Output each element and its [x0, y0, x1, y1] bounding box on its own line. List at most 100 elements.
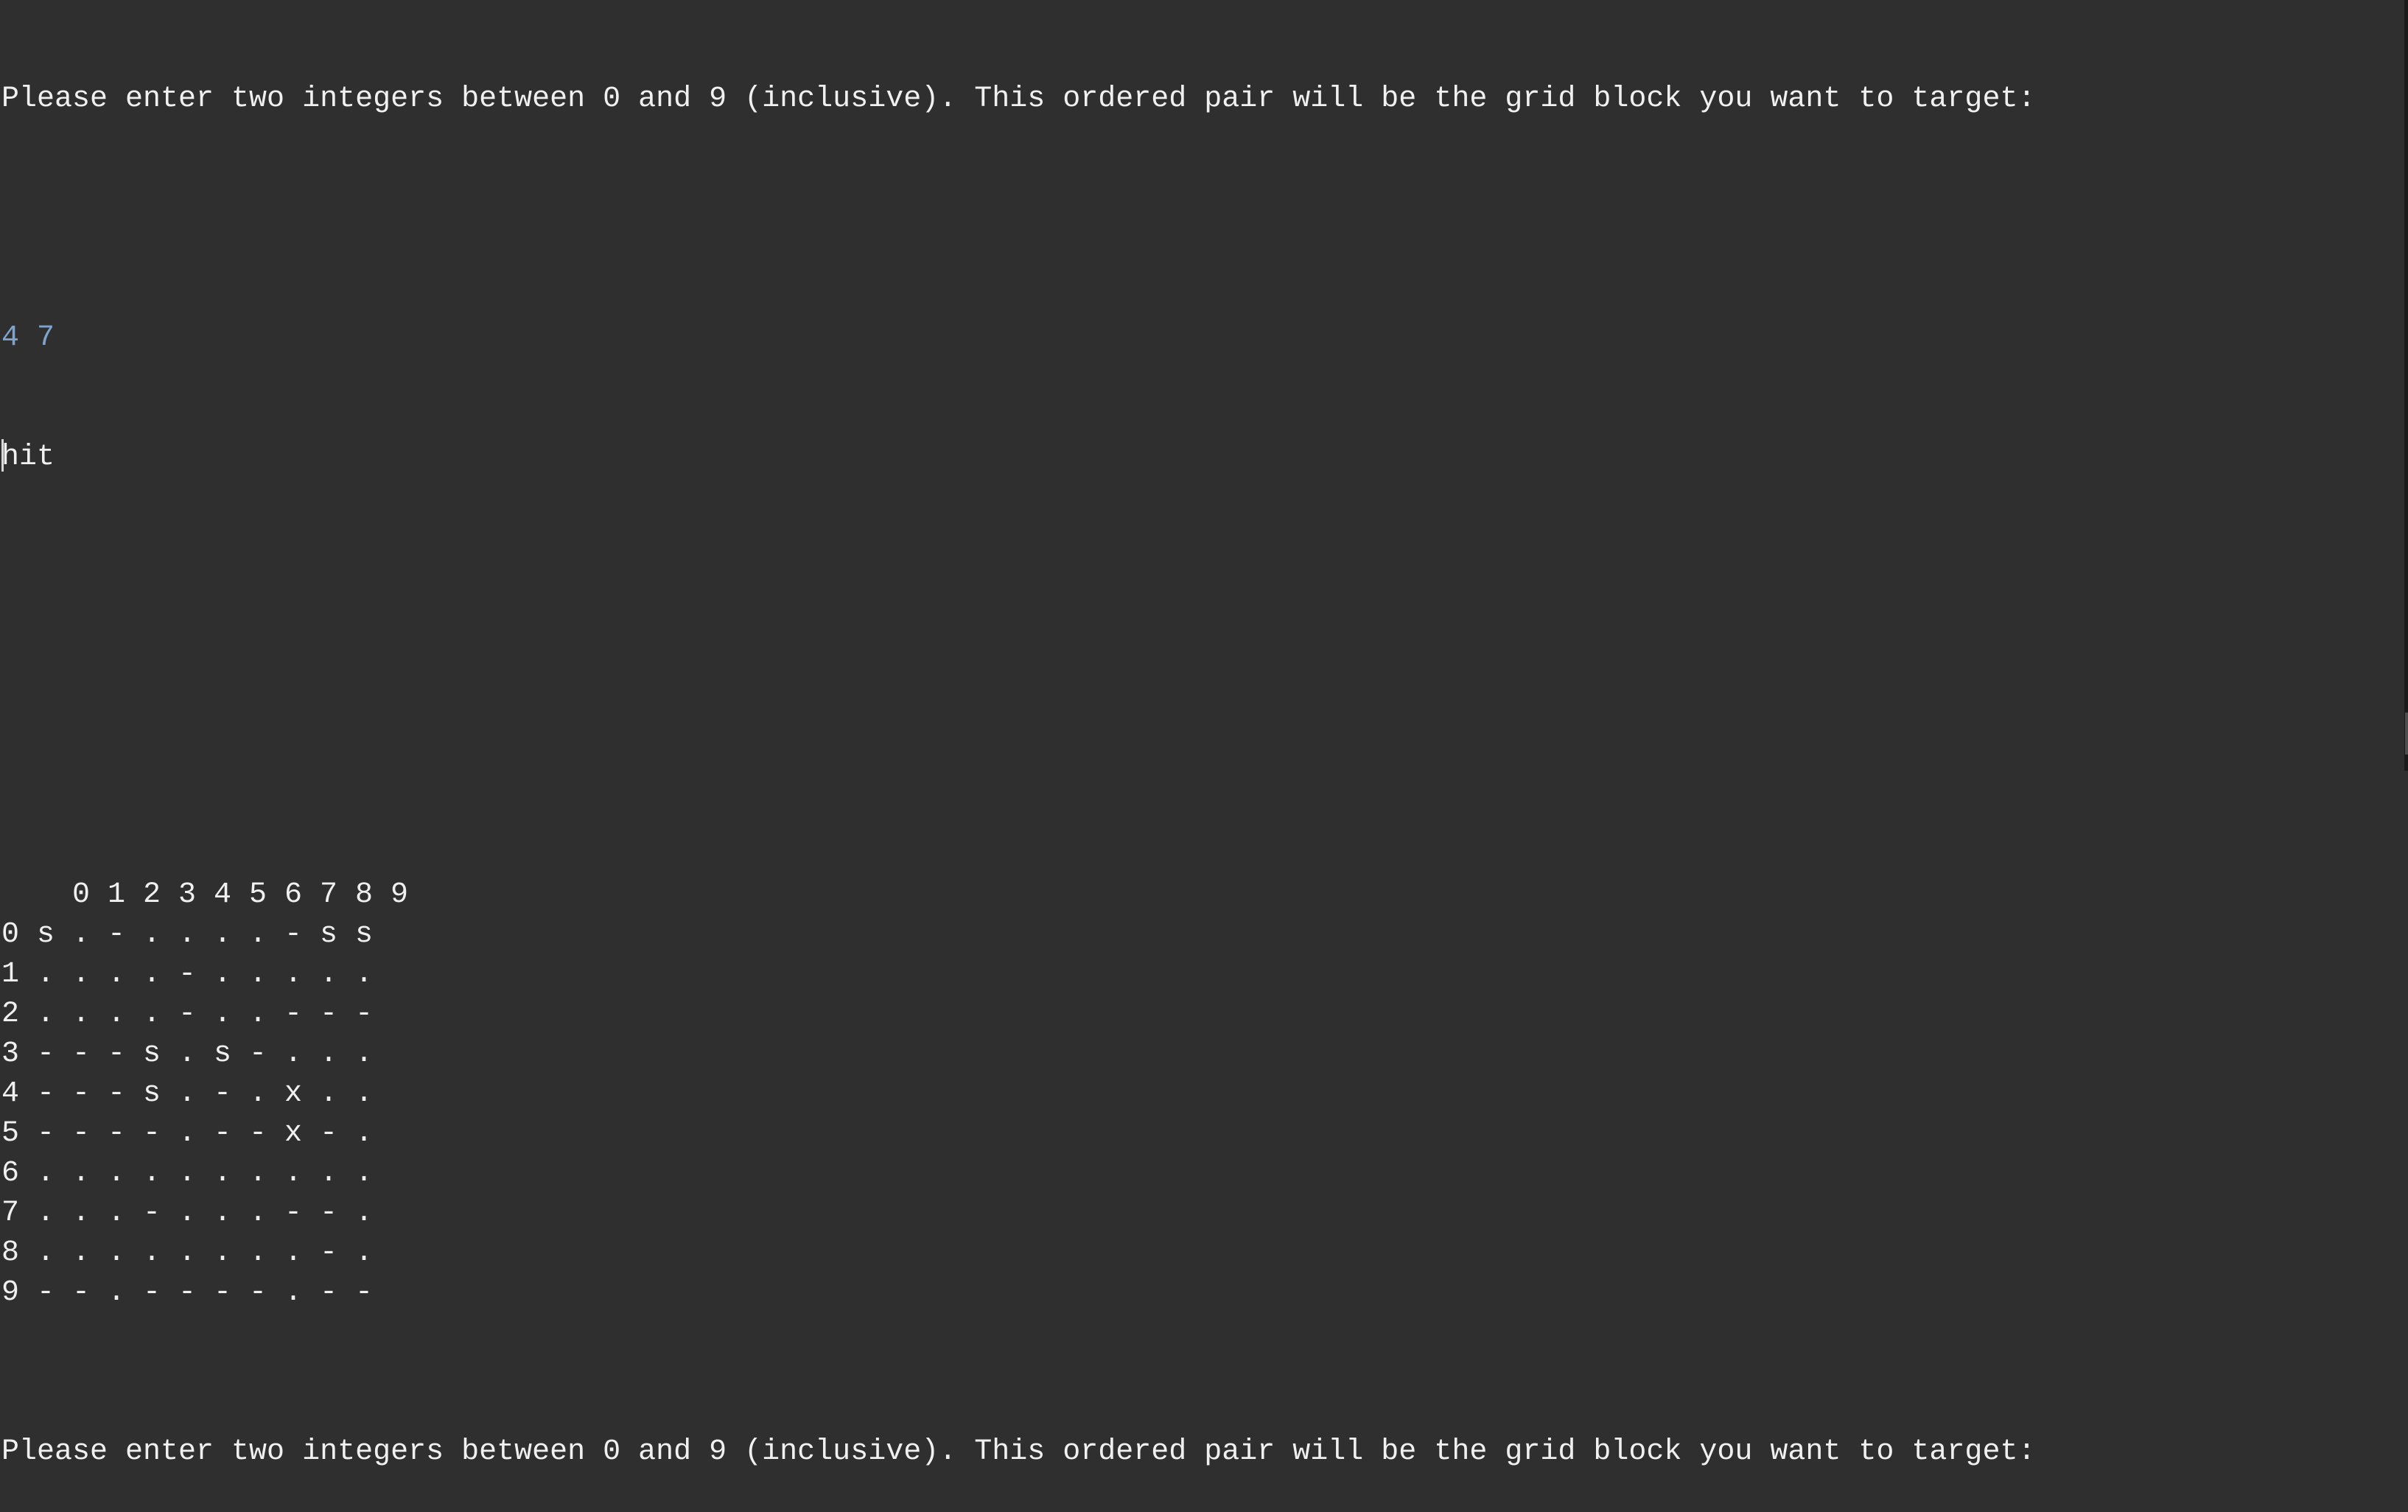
board-cell-unknown: . — [320, 1077, 338, 1110]
column-header: 0 — [72, 878, 91, 911]
board-row: 8........-. — [1, 1233, 2400, 1273]
board-cell-miss: - — [249, 1276, 267, 1309]
board-cell-unknown: . — [249, 998, 267, 1031]
board-cell-miss: - — [284, 1197, 303, 1230]
board-cell-ship: s — [143, 1077, 161, 1110]
board-cell-unknown: . — [355, 1197, 374, 1230]
board-cell-unknown: . — [143, 918, 161, 951]
scrollbar-thumb[interactable] — [2405, 713, 2408, 755]
board-cell-unknown: . — [214, 1236, 232, 1270]
board-cell-unknown: . — [178, 1157, 197, 1190]
board-cell-unknown: . — [72, 918, 91, 951]
row-label: 1 — [1, 958, 20, 991]
board-cell-unknown: . — [143, 998, 161, 1031]
board-cell-miss: - — [37, 1276, 55, 1309]
user-input-echo: 4 7 — [1, 321, 55, 354]
column-header-row: 0123456789 — [1, 796, 2400, 911]
board-cell-unknown: . — [355, 1117, 374, 1150]
column-header: 5 — [249, 878, 267, 911]
vertical-scrollbar[interactable] — [2404, 0, 2408, 771]
board-cell-unknown: . — [249, 958, 267, 991]
row-label: 0 — [1, 918, 20, 951]
board-cell-unknown: . — [355, 1037, 374, 1071]
row-label: 3 — [1, 1037, 20, 1071]
board-cell-ship: s — [37, 918, 55, 951]
board-cell-unknown: . — [214, 918, 232, 951]
board-cell-unknown: . — [108, 958, 126, 991]
board-cell-unknown: . — [214, 958, 232, 991]
board-cell-miss: - — [143, 1197, 161, 1230]
column-header: 6 — [284, 878, 303, 911]
board-row: 4---s.-.x.. — [1, 1074, 2400, 1114]
board-row: 9--.----.-- — [1, 1273, 2400, 1313]
board-cell-unknown: . — [355, 1236, 374, 1270]
row-label: 8 — [1, 1236, 20, 1270]
board-cell-ship: s — [355, 918, 374, 951]
board-cell-unknown: . — [143, 1236, 161, 1270]
board-cell-ship: s — [320, 918, 338, 951]
board-row: 5----.--x-. — [1, 1114, 2400, 1154]
board-cell-miss: - — [143, 1276, 161, 1309]
column-header: 4 — [214, 878, 232, 911]
board-cell-unknown: . — [249, 1236, 267, 1270]
column-header: 8 — [355, 878, 374, 911]
board-cell-unknown: . — [249, 918, 267, 951]
board-row: 1....-..... — [1, 955, 2400, 995]
board-cell-miss: - — [37, 1037, 55, 1071]
board-cell-miss: - — [320, 1197, 338, 1230]
column-header: 7 — [320, 878, 338, 911]
result-line: hit — [1, 438, 2400, 477]
board-cell-miss: - — [249, 1037, 267, 1071]
board-cell-miss: - — [320, 1236, 338, 1270]
board-cell-miss: - — [178, 958, 197, 991]
board-cell-hit: x — [284, 1077, 303, 1110]
board-cell-miss: - — [72, 1276, 91, 1309]
board-cell-ship: s — [143, 1037, 161, 1071]
column-header: 1 — [108, 878, 126, 911]
board-cell-unknown: . — [37, 958, 55, 991]
board-cell-unknown: . — [72, 1197, 91, 1230]
board-cell-miss: - — [108, 1077, 126, 1110]
row-label: 4 — [1, 1077, 20, 1110]
board-cell-miss: - — [143, 1117, 161, 1150]
board-cell-hit: x — [284, 1117, 303, 1150]
board-cell-unknown: . — [320, 1157, 338, 1190]
board-cell-unknown: . — [108, 998, 126, 1031]
board-cell-unknown: . — [178, 1077, 197, 1110]
board-cell-miss: - — [178, 998, 197, 1031]
board-row: 7...-...--. — [1, 1194, 2400, 1233]
board-cell-unknown: . — [178, 1037, 197, 1071]
board-cell-miss: - — [284, 918, 303, 951]
board-cell-miss: - — [72, 1077, 91, 1110]
board-cell-unknown: . — [214, 1197, 232, 1230]
board-cell-unknown: . — [249, 1157, 267, 1190]
board-cell-unknown: . — [284, 1236, 303, 1270]
board-cell-miss: - — [320, 998, 338, 1031]
board-cell-miss: - — [355, 1276, 374, 1309]
board-cell-unknown: . — [355, 1077, 374, 1110]
board-cell-unknown: . — [72, 1157, 91, 1190]
board-cell-unknown: . — [178, 918, 197, 951]
board-cell-unknown: . — [72, 1236, 91, 1270]
board-row: 3---s.s-... — [1, 1035, 2400, 1074]
board-cell-unknown: . — [178, 1236, 197, 1270]
prompt-line: Please enter two integers between 0 and … — [1, 83, 2036, 116]
board-cell-miss: - — [355, 998, 374, 1031]
board-cell-unknown: . — [284, 1276, 303, 1309]
board-cell-unknown: . — [72, 958, 91, 991]
board-cell-unknown: . — [214, 1157, 232, 1190]
board-cell-unknown: . — [37, 1157, 55, 1190]
board-cell-unknown: . — [178, 1117, 197, 1150]
row-label: 6 — [1, 1157, 20, 1190]
board-row: 0s.-....-ss — [1, 915, 2400, 955]
column-header: 3 — [178, 878, 197, 911]
board-cell-unknown: . — [284, 1037, 303, 1071]
console-output[interactable]: Please enter two integers between 0 and … — [1, 0, 2400, 1469]
column-header: 9 — [391, 878, 409, 911]
board-cell-miss: - — [37, 1077, 55, 1110]
board-row: 2....-..--- — [1, 995, 2400, 1035]
board-cell-miss: - — [72, 1037, 91, 1071]
board-cell-miss: - — [214, 1077, 232, 1110]
